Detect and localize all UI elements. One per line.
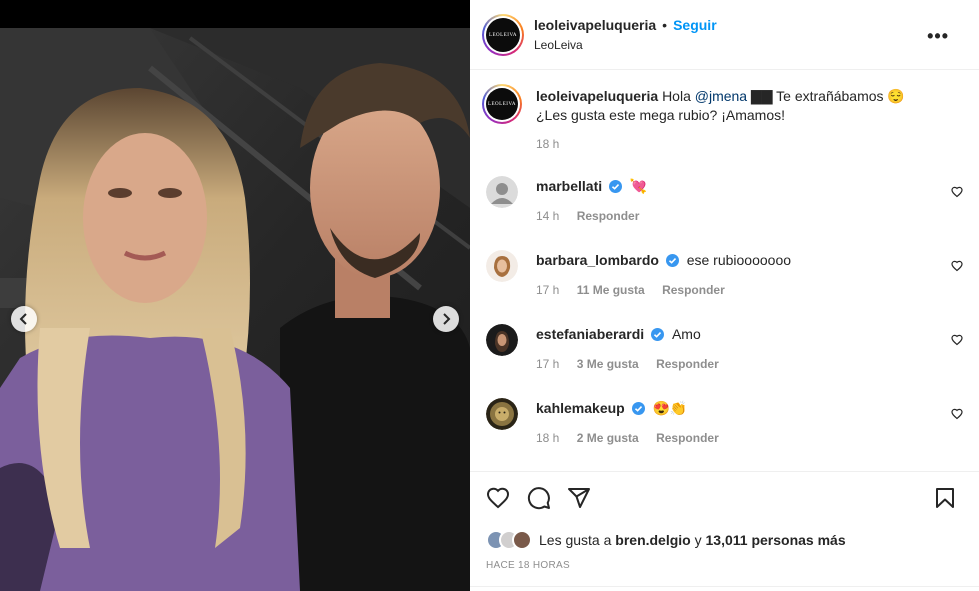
reply-button[interactable]: Responder [577, 209, 640, 223]
caption-username[interactable]: leoleivapeluqueria [536, 88, 658, 104]
chevron-left-icon [19, 313, 27, 325]
comment-icon[interactable] [527, 486, 551, 510]
post-header: LEOLEIVA leoleivapeluqueria • Seguir Leo… [470, 0, 979, 70]
caption-avatar[interactable]: LEOLEIVA [482, 84, 522, 124]
verified-icon [665, 254, 679, 267]
separator-dot: • [662, 17, 668, 33]
comment-time[interactable]: 18 h [536, 431, 559, 445]
caption-mention-link[interactable]: @jmena [695, 88, 747, 104]
post-actions-section: Les gusta a bren.delgio y 13,011 persona… [470, 471, 979, 591]
heart-icon[interactable] [951, 408, 963, 420]
comment-likes[interactable]: 2 Me gusta [577, 431, 639, 445]
photo-illustration [0, 28, 470, 591]
caption-line-2: ¿Les gusta este mega rubio? ¡Amamos! [536, 107, 786, 123]
comment-avatar[interactable] [486, 176, 518, 208]
post-side-panel: LEOLEIVA leoleivapeluqueria • Seguir Leo… [470, 0, 979, 591]
comment-likes[interactable]: 11 Me gusta [577, 283, 645, 297]
comment-item: marbellati 💘 14 h Responder [482, 176, 967, 236]
comment-avatar[interactable] [486, 250, 518, 282]
lion-logo-avatar-image [486, 398, 518, 430]
caption-text: leoleivapeluqueria Hola @jmena ▇▇ Te ext… [536, 87, 936, 125]
comment-username[interactable]: kahlemakeup [536, 400, 625, 416]
author-username[interactable]: leoleivapeluqueria [534, 17, 656, 33]
previous-photo-button[interactable] [11, 306, 37, 332]
caption-time[interactable]: 18 h [536, 137, 559, 151]
reply-button[interactable]: Responder [656, 431, 719, 445]
comment-box-divider [470, 586, 979, 591]
bookmark-icon[interactable] [933, 486, 957, 510]
comment-time[interactable]: 17 h [536, 357, 559, 371]
follow-button[interactable]: Seguir [673, 17, 717, 33]
heart-icon[interactable] [951, 186, 963, 198]
comment-text: 😍👏 [652, 400, 688, 416]
comment-text: Amo [671, 326, 701, 342]
comment-avatar[interactable] [486, 324, 518, 356]
verified-icon [609, 180, 623, 193]
post-photo[interactable] [0, 28, 470, 591]
comment-username[interactable]: marbellati [536, 178, 602, 194]
comment-item: kahlemakeup 😍👏 18 h 2 Me gusta Responder [482, 398, 967, 458]
next-photo-button[interactable] [433, 306, 459, 332]
author-subtitle[interactable]: LeoLeiva [534, 38, 583, 52]
author-avatar[interactable]: LEOLEIVA [482, 14, 524, 56]
liker-avatar[interactable] [512, 530, 532, 550]
more-icon: ••• [927, 26, 949, 46]
comment-username[interactable]: barbara_lombardo [536, 252, 659, 268]
likes-middle: y [690, 532, 706, 548]
comment-time[interactable]: 17 h [536, 283, 559, 297]
post-time-ago[interactable]: HACE 18 HORAS [486, 560, 570, 571]
post-photo-panel [0, 0, 470, 591]
share-icon[interactable] [567, 486, 591, 510]
likes-summary: Les gusta a bren.delgio y 13,011 persona… [486, 528, 846, 552]
avatar-logo-text: LEOLEIVA [486, 88, 518, 120]
more-options-button[interactable]: ••• [927, 26, 949, 47]
likes-prefix: Les gusta a [539, 532, 616, 548]
comment-username[interactable]: estefaniaberardi [536, 326, 644, 342]
comment-text: ese rubiooooooo [686, 252, 792, 268]
comment-time[interactable]: 14 h [536, 209, 559, 223]
likes-count-link[interactable]: 13,011 personas más [706, 532, 846, 548]
reply-button[interactable]: Responder [656, 357, 719, 371]
chevron-right-icon [443, 313, 451, 325]
like-heart-icon[interactable] [486, 486, 510, 510]
user-avatar-image [486, 324, 518, 356]
likes-text: Les gusta a bren.delgio y 13,011 persona… [539, 532, 846, 548]
comment-likes[interactable]: 3 Me gusta [577, 357, 639, 371]
heart-icon[interactable] [951, 334, 963, 346]
caption-text-before: Hola [662, 88, 695, 104]
default-avatar-icon [486, 176, 518, 208]
comment-item: estefaniaberardi Amo 17 h 3 Me gusta Res… [482, 324, 967, 384]
comment-avatar[interactable] [486, 398, 518, 430]
user-avatar-image [486, 250, 518, 282]
likes-user-link[interactable]: bren.delgio [615, 532, 690, 548]
caption-text-after: ▇▇ Te extrañábamos 😌 [747, 88, 905, 104]
comment-item: barbara_lombardo ese rubiooooooo 17 h 11… [482, 250, 967, 310]
avatar-logo-text: LEOLEIVA [486, 18, 520, 52]
heart-icon[interactable] [951, 260, 963, 272]
reply-button[interactable]: Responder [662, 283, 725, 297]
comment-text: 💘 [629, 178, 648, 194]
verified-icon [651, 328, 665, 341]
verified-icon [631, 402, 645, 415]
